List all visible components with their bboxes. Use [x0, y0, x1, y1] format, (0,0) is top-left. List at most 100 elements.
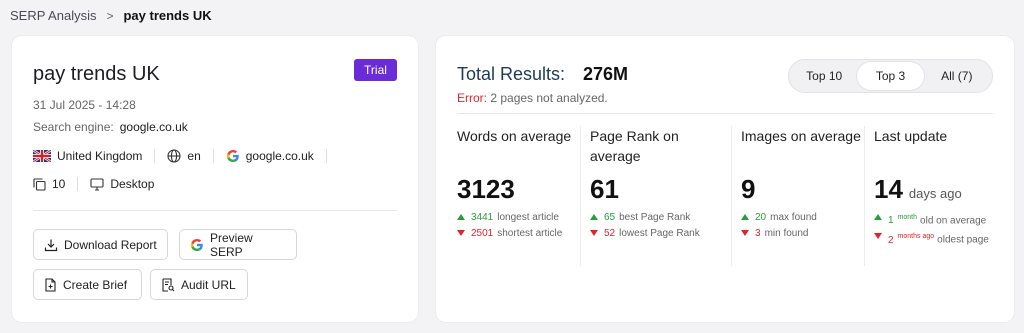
google-icon	[226, 149, 240, 163]
download-report-label: Download Report	[64, 237, 157, 252]
desktop-icon	[90, 177, 104, 191]
breadcrumb-link-serp-analysis[interactable]: SERP Analysis	[10, 8, 96, 23]
device-label: Desktop	[110, 177, 155, 191]
audit-url-label: Audit URL	[181, 277, 236, 292]
stat-label: Words on average	[457, 128, 572, 144]
divider	[77, 177, 79, 191]
stat-down-number: 3	[755, 228, 761, 239]
audit-document-icon	[161, 277, 175, 292]
domain-label: google.co.uk	[245, 149, 314, 163]
stat-up-line: 1 month old on average	[874, 212, 999, 227]
stat-up-number: 65	[604, 212, 616, 223]
error-prefix: Error:	[457, 91, 487, 105]
divider	[325, 149, 327, 163]
create-brief-button[interactable]: Create Brief	[33, 269, 142, 300]
stat-up-line: 20 max found	[741, 212, 861, 224]
breadcrumb: SERP Analysis > pay trends UK	[10, 8, 212, 23]
stat-up-number: 3441	[471, 212, 494, 223]
download-report-button[interactable]: Download Report	[33, 229, 168, 260]
triangle-down-icon	[457, 230, 465, 236]
stat-down-text: shortest article	[497, 228, 563, 239]
triangle-down-icon	[590, 230, 598, 236]
divider	[154, 149, 156, 163]
meta-row-settings: 10 Desktop	[33, 177, 154, 191]
breadcrumb-current: pay trends UK	[123, 8, 212, 23]
stat-down-text: oldest page	[937, 234, 989, 246]
stat-value: 3123	[457, 174, 515, 204]
preview-serp-button[interactable]: Preview SERP	[179, 229, 297, 260]
device-item: Desktop	[90, 177, 154, 191]
stat-up-text: old on average	[920, 215, 987, 227]
stat-up-sup: month	[897, 214, 918, 221]
stat-up-number: 1	[888, 215, 894, 227]
stats-divider	[457, 113, 993, 114]
stat-down-number: 2	[888, 234, 894, 246]
stat-up-line: 3441 longest article	[457, 212, 579, 224]
search-engine-label: Search engine:	[33, 120, 114, 134]
stat-down-line: 52 lowest Page Rank	[590, 228, 730, 240]
divider	[212, 149, 214, 163]
stat-up-number: 20	[755, 212, 767, 223]
meta-row-location: United Kingdom en google.co.uk	[33, 149, 339, 163]
error-text: 2 pages not analyzed.	[487, 91, 608, 105]
result-count-label: 10	[52, 177, 66, 191]
domain-item: google.co.uk	[226, 149, 314, 163]
stat-value: 14	[874, 174, 903, 204]
google-icon	[190, 238, 204, 252]
column-divider	[731, 126, 732, 266]
analysis-date: 31 Jul 2025 - 14:28	[33, 98, 136, 112]
stat-pagerank: Page Rank on average 61 65 best Page Rank…	[590, 126, 730, 266]
keyword-card: pay trends UK Trial 31 Jul 2025 - 14:28 …	[12, 36, 418, 322]
download-icon	[44, 238, 58, 252]
stat-value-wrapper: 14 days ago	[874, 174, 999, 208]
error-message: Error: 2 pages not analyzed.	[457, 91, 608, 105]
column-divider	[864, 126, 865, 266]
country-label: United Kingdom	[57, 149, 143, 163]
results-tabs: Top 10 Top 3 All (7)	[788, 59, 993, 93]
stat-last-update: Last update 14 days ago 1 month old on aver…	[874, 126, 999, 266]
audit-url-button[interactable]: Audit URL	[150, 269, 248, 300]
stat-down-sup: months ago	[897, 233, 935, 241]
stat-label: Last update	[874, 128, 948, 144]
tab-all[interactable]: All (7)	[924, 62, 990, 90]
trial-badge: Trial	[354, 59, 397, 81]
tab-top-10[interactable]: Top 10	[791, 62, 857, 90]
globe-icon	[167, 149, 181, 163]
stat-down-line: 3 min found	[741, 228, 861, 240]
results-card: Total Results: 276M Error: 2 pages not a…	[436, 36, 1014, 322]
stat-up-line: 65 best Page Rank	[590, 212, 730, 224]
create-brief-label: Create Brief	[63, 277, 128, 292]
tab-top-3[interactable]: Top 3	[857, 62, 924, 90]
total-results-value: 276M	[583, 64, 629, 84]
triangle-up-icon	[741, 214, 749, 220]
breadcrumb-separator: >	[106, 8, 114, 23]
triangle-down-icon	[741, 230, 749, 236]
stat-up-text: longest article	[497, 212, 559, 223]
keyword-title: pay trends UK	[33, 63, 160, 85]
stat-up-text: max found	[770, 212, 817, 223]
stat-down-text: min found	[764, 228, 809, 239]
stat-down-line: 2501 shortest article	[457, 228, 579, 240]
language-label: en	[187, 149, 201, 163]
stat-down-line: 2 months ago oldest page	[874, 231, 999, 246]
stat-value-suffix: days ago	[908, 186, 962, 201]
stat-down-number: 2501	[471, 228, 494, 239]
stat-label: Page Rank on average	[590, 128, 679, 164]
triangle-up-icon	[457, 214, 465, 220]
copy-pages-icon	[33, 177, 46, 191]
stat-value: 9	[741, 174, 756, 204]
triangle-down-icon	[874, 233, 882, 240]
stat-down-number: 52	[604, 228, 616, 239]
search-engine-value: google.co.uk	[119, 120, 188, 134]
uk-flag-icon	[33, 150, 51, 162]
stat-up-text: best Page Rank	[619, 212, 691, 223]
triangle-up-icon	[590, 214, 598, 220]
stat-images: Images on average 9 20 max found 3 min fou…	[741, 126, 861, 266]
total-results-label: Total Results:	[457, 64, 566, 84]
column-divider	[580, 126, 581, 266]
search-engine-row: Search engine: google.co.uk	[33, 120, 188, 134]
country-item: United Kingdom	[33, 149, 142, 163]
section-divider	[33, 210, 397, 211]
stat-down-text: lowest Page Rank	[619, 228, 700, 239]
document-add-icon	[44, 277, 57, 292]
